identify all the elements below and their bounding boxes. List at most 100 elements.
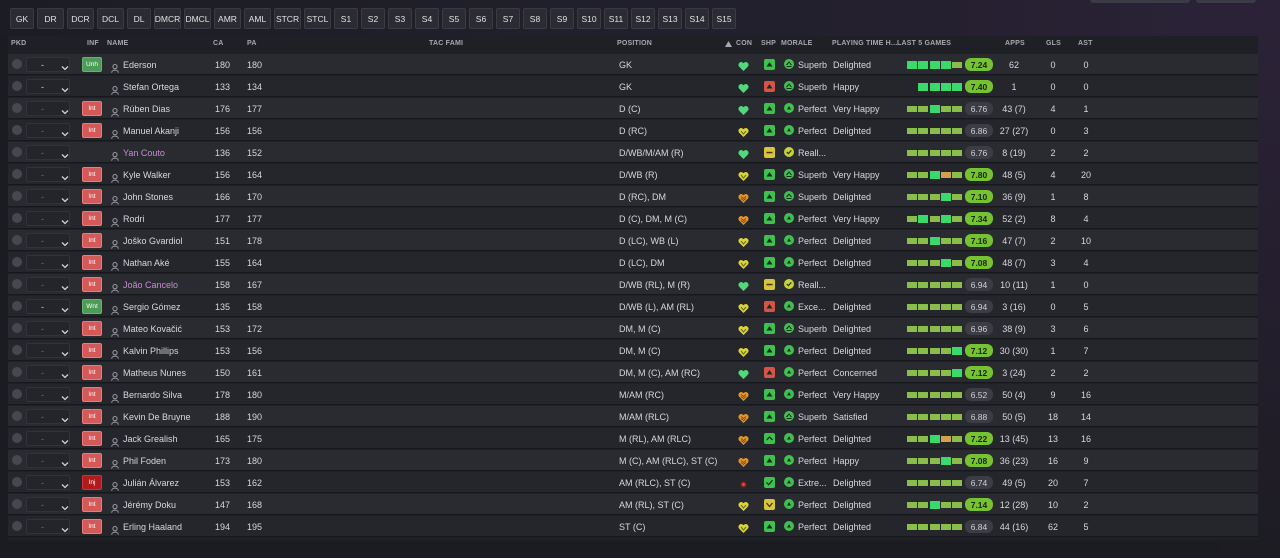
table-row[interactable]: - Int Kevin De Bruyne 188 190 M/AM (RLC) Super… bbox=[8, 406, 1258, 427]
table-row[interactable]: - Int Manuel Akanji 156 156 D (RC) Perfect Deli… bbox=[8, 120, 1258, 141]
table-row[interactable]: - Yan Couto 136 152 D/WB/M/AM (R) Reall... 6.7… bbox=[8, 142, 1258, 163]
chevron-down-icon[interactable] bbox=[61, 389, 69, 401]
table-row[interactable]: - Int João Cancelo 158 167 D/WB (RL), M (R) Re… bbox=[8, 274, 1258, 295]
position-filter-s5[interactable]: S5 bbox=[442, 8, 466, 29]
pick-toggle[interactable] bbox=[12, 323, 22, 333]
info-badge[interactable]: Inj bbox=[82, 475, 102, 490]
pick-toggle[interactable] bbox=[12, 477, 22, 487]
position-filter-s9[interactable]: S9 bbox=[550, 8, 574, 29]
position-filter-aml[interactable]: AML bbox=[244, 8, 271, 29]
col-playing-time[interactable]: PLAYING TIME H... bbox=[832, 40, 897, 47]
info-badge[interactable]: Int bbox=[82, 101, 102, 116]
info-badge[interactable]: Wnt bbox=[82, 299, 102, 314]
col-morale[interactable]: MORALE bbox=[781, 40, 813, 47]
player-name[interactable]: Julián Álvarez bbox=[123, 472, 179, 493]
table-row[interactable]: - Wnt Sergio Gómez 135 158 D/WB (L), AM (RL) E… bbox=[8, 296, 1258, 317]
player-name[interactable]: Sergio Gómez bbox=[123, 296, 181, 317]
table-row[interactable]: - Int Bernardo Silva 178 180 M/AM (RC) Perfect… bbox=[8, 384, 1258, 405]
col-pkd[interactable]: PKD bbox=[11, 40, 26, 47]
position-filter-dcl[interactable]: DCL bbox=[97, 8, 124, 29]
info-badge[interactable]: Int bbox=[82, 167, 102, 182]
position-filter-s6[interactable]: S6 bbox=[469, 8, 493, 29]
info-badge[interactable]: Int bbox=[82, 453, 102, 468]
table-row[interactable]: - Int Jack Grealish 165 175 M (RL), AM (RLC) P… bbox=[8, 428, 1258, 449]
position-filter-s2[interactable]: S2 bbox=[361, 8, 385, 29]
chevron-down-icon[interactable] bbox=[61, 125, 69, 137]
position-filter-stcl[interactable]: STCL bbox=[304, 8, 331, 29]
player-name[interactable]: Jack Grealish bbox=[123, 428, 178, 449]
chevron-down-icon[interactable] bbox=[61, 169, 69, 181]
player-name[interactable]: Erling Haaland bbox=[123, 516, 182, 537]
pick-toggle[interactable] bbox=[12, 191, 22, 201]
chevron-down-icon[interactable] bbox=[61, 59, 69, 71]
position-filter-amr[interactable]: AMR bbox=[214, 8, 241, 29]
player-name[interactable]: Mateo Kovačić bbox=[123, 318, 182, 339]
position-filter-stcr[interactable]: STCR bbox=[274, 8, 301, 29]
pick-toggle[interactable] bbox=[12, 81, 22, 91]
col-ast[interactable]: AST bbox=[1078, 40, 1093, 47]
chevron-down-icon[interactable] bbox=[61, 235, 69, 247]
col-ca[interactable]: CA bbox=[213, 40, 224, 47]
position-filter-s14[interactable]: S14 bbox=[685, 8, 709, 29]
pick-toggle[interactable] bbox=[12, 125, 22, 135]
info-badge[interactable]: Int bbox=[82, 123, 102, 138]
player-name[interactable]: Bernardo Silva bbox=[123, 384, 182, 405]
position-filter-dcr[interactable]: DCR bbox=[67, 8, 94, 29]
col-inf[interactable]: INF bbox=[87, 40, 99, 47]
position-filter-dr[interactable]: DR bbox=[37, 8, 64, 29]
table-row[interactable]: - Int John Stones 166 170 D (RC), DM Superb Del… bbox=[8, 186, 1258, 207]
pick-toggle[interactable] bbox=[12, 389, 22, 399]
info-badge[interactable]: Int bbox=[82, 431, 102, 446]
chevron-down-icon[interactable] bbox=[61, 521, 69, 533]
pick-toggle[interactable] bbox=[12, 147, 22, 157]
info-badge[interactable]: Int bbox=[82, 277, 102, 292]
player-name[interactable]: Kyle Walker bbox=[123, 164, 171, 185]
chevron-down-icon[interactable] bbox=[61, 213, 69, 225]
info-badge[interactable]: Int bbox=[82, 321, 102, 336]
sort-ascending-icon[interactable] bbox=[725, 41, 732, 49]
col-con[interactable]: CON bbox=[736, 40, 752, 47]
pick-toggle[interactable] bbox=[12, 59, 22, 69]
info-badge[interactable]: Int bbox=[82, 343, 102, 358]
chevron-down-icon[interactable] bbox=[61, 411, 69, 423]
pick-toggle[interactable] bbox=[12, 411, 22, 421]
position-filter-dl[interactable]: DL bbox=[127, 8, 151, 29]
chevron-down-icon[interactable] bbox=[61, 433, 69, 445]
pick-toggle[interactable] bbox=[12, 235, 22, 245]
info-badge[interactable]: Int bbox=[82, 189, 102, 204]
pick-toggle[interactable] bbox=[12, 367, 22, 377]
top-menu-button-2[interactable] bbox=[1196, 0, 1256, 3]
pick-toggle[interactable] bbox=[12, 279, 22, 289]
info-badge[interactable]: Unh bbox=[82, 57, 102, 72]
info-badge[interactable]: Int bbox=[82, 387, 102, 402]
chevron-down-icon[interactable] bbox=[61, 499, 69, 511]
chevron-down-icon[interactable] bbox=[61, 455, 69, 467]
info-badge[interactable]: Int bbox=[82, 409, 102, 424]
chevron-down-icon[interactable] bbox=[61, 367, 69, 379]
pick-toggle[interactable] bbox=[12, 433, 22, 443]
chevron-down-icon[interactable] bbox=[61, 191, 69, 203]
pick-toggle[interactable] bbox=[12, 455, 22, 465]
col-position[interactable]: POSITION bbox=[617, 40, 652, 47]
position-filter-s1[interactable]: S1 bbox=[334, 8, 358, 29]
position-filter-dmcl[interactable]: DMCL bbox=[184, 8, 211, 29]
col-pa[interactable]: PA bbox=[247, 40, 257, 47]
position-filter-s10[interactable]: S10 bbox=[577, 8, 601, 29]
player-name[interactable]: Nathan Aké bbox=[123, 252, 170, 273]
table-row[interactable]: - Inj Julián Álvarez 153 162 AM (RLC), ST (C)… bbox=[8, 472, 1258, 493]
position-filter-s11[interactable]: S11 bbox=[604, 8, 628, 29]
col-last5[interactable]: LAST 5 GAMES bbox=[897, 40, 951, 47]
position-filter-s8[interactable]: S8 bbox=[523, 8, 547, 29]
position-filter-dmcr[interactable]: DMCR bbox=[154, 8, 181, 29]
player-name[interactable]: Rúben Dias bbox=[123, 98, 170, 119]
chevron-down-icon[interactable] bbox=[61, 477, 69, 489]
pick-toggle[interactable] bbox=[12, 257, 22, 267]
info-badge[interactable]: Int bbox=[82, 497, 102, 512]
chevron-down-icon[interactable] bbox=[61, 279, 69, 291]
info-badge[interactable]: Int bbox=[82, 233, 102, 248]
player-name[interactable]: Stefan Ortega bbox=[123, 76, 179, 97]
info-badge[interactable]: Int bbox=[82, 211, 102, 226]
table-row[interactable]: - Int Erling Haaland 194 195 ST (C) Perfect Del… bbox=[8, 516, 1258, 537]
position-filter-s13[interactable]: S13 bbox=[658, 8, 682, 29]
info-badge[interactable]: Int bbox=[82, 255, 102, 270]
